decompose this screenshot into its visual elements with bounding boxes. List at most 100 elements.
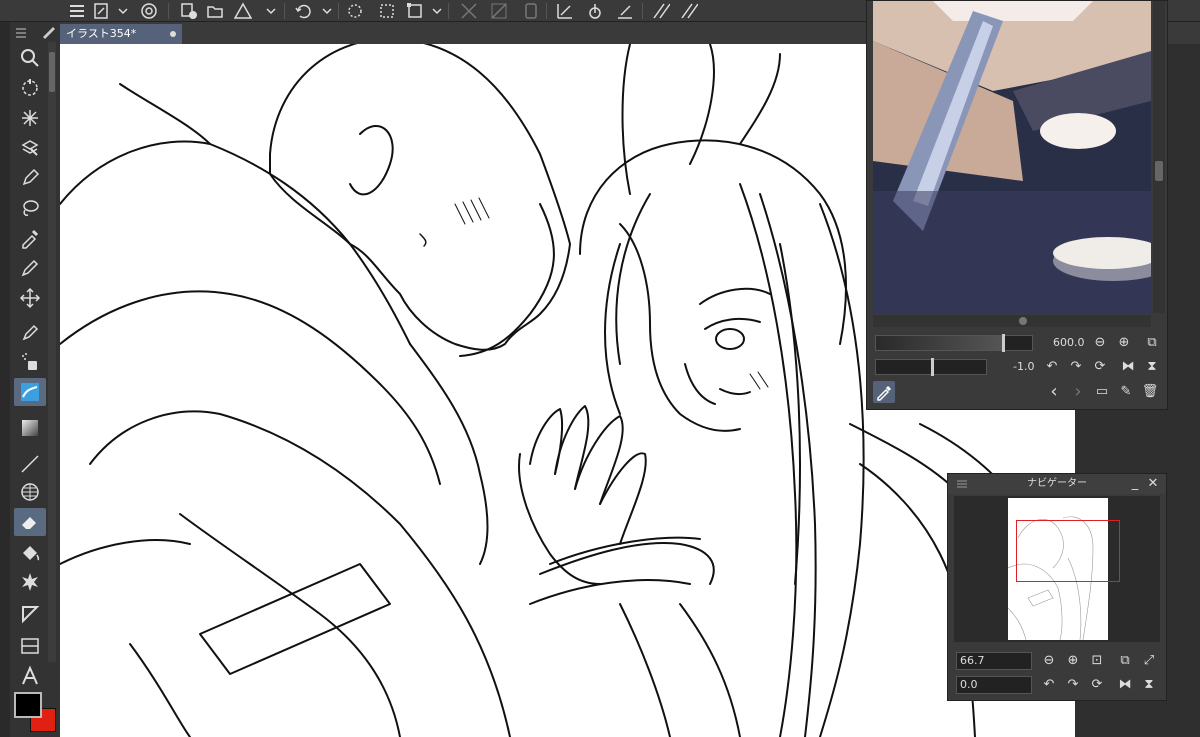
sub-view-rotation-slider[interactable] — [875, 358, 987, 376]
open-folder-icon[interactable] — [206, 2, 224, 20]
eyedropper-toggle[interactable] — [873, 381, 895, 403]
sub-view-zoom-slider[interactable] — [875, 334, 1033, 352]
navigator-zoom-field[interactable]: 66.7 — [956, 652, 1032, 670]
ruler-icon — [21, 483, 39, 501]
scroll-thumb[interactable] — [1019, 317, 1027, 325]
rotate-left-icon[interactable]: ↶ — [1043, 358, 1061, 376]
fit-window-icon[interactable]: ⧉ — [1116, 652, 1134, 670]
tool-gradient[interactable] — [14, 414, 46, 442]
move-icon — [22, 79, 38, 96]
flip-horizontal-icon[interactable]: ⧓ — [1119, 358, 1137, 376]
delete-image-icon[interactable]: 🗑 — [1141, 383, 1159, 401]
previous-image-icon[interactable]: ‹ — [1045, 383, 1063, 401]
tool-line[interactable] — [14, 450, 46, 478]
sub-view-vertical-scrollbar[interactable] — [1153, 1, 1165, 313]
transform-icon[interactable] — [406, 2, 424, 20]
undo-icon[interactable] — [294, 2, 312, 20]
zoom-in-icon[interactable]: ⊕ — [1064, 652, 1082, 670]
brush-icon — [22, 324, 39, 341]
tool-text[interactable] — [14, 662, 46, 690]
warning-icon[interactable] — [234, 2, 252, 20]
tool-auto-select[interactable] — [14, 104, 46, 132]
document-tab[interactable]: イラスト354* — [60, 24, 182, 44]
edit-image-icon[interactable]: ✎ — [1117, 383, 1135, 401]
tool-decoration[interactable] — [14, 378, 46, 406]
pencil-icon — [21, 259, 39, 277]
tool-property-strip — [0, 22, 10, 737]
rotate-right-icon[interactable]: ↷ — [1064, 676, 1082, 694]
tool-pen[interactable] — [14, 164, 46, 192]
tool-frame[interactable] — [14, 632, 46, 660]
tool-palette — [0, 22, 60, 737]
spiral-icon[interactable] — [140, 2, 158, 20]
flip-vertical-icon[interactable]: ⧗ — [1140, 676, 1158, 694]
open-image-icon[interactable]: ▭ — [1093, 383, 1111, 401]
tool-palette-scrollbar[interactable] — [48, 42, 56, 662]
loading-icon[interactable] — [346, 2, 364, 20]
reset-rotation-icon[interactable]: ⟳ — [1091, 358, 1109, 376]
line-icon — [21, 455, 39, 473]
sub-view-horizontal-scrollbar[interactable] — [873, 315, 1151, 327]
reset-rotation-icon[interactable]: ⟳ — [1088, 676, 1106, 694]
tool-pencil[interactable] — [14, 254, 46, 282]
add-layer-icon[interactable] — [180, 2, 198, 20]
zoom-out-icon[interactable]: ⊖ — [1091, 334, 1109, 352]
tool-eraser[interactable] — [14, 508, 46, 536]
invert-selection-icon[interactable] — [522, 2, 540, 20]
grid-snap-icon[interactable] — [616, 2, 634, 20]
sub-view-image[interactable] — [873, 1, 1151, 313]
rotate-right-icon[interactable]: ↷ — [1067, 358, 1085, 376]
navigator-zoom-value: 66.7 — [960, 654, 985, 667]
gradient-icon — [22, 420, 38, 436]
minimize-icon[interactable]: _ — [1126, 475, 1144, 493]
rotate-left-icon[interactable]: ↶ — [1040, 676, 1058, 694]
actual-size-icon[interactable]: ⊡ — [1088, 652, 1106, 670]
scroll-thumb[interactable] — [49, 52, 55, 92]
zoom-out-icon[interactable]: ⊖ — [1040, 652, 1058, 670]
tool-brush[interactable] — [14, 318, 46, 346]
decoration-icon — [21, 383, 39, 401]
close-tab-icon[interactable] — [170, 31, 176, 37]
tool-eyedropper[interactable] — [14, 224, 46, 252]
tool-figure[interactable] — [14, 600, 46, 628]
special-ruler-icon[interactable] — [586, 2, 604, 20]
tool-zoom[interactable] — [14, 44, 46, 72]
tool-move[interactable] — [14, 74, 46, 102]
navigator-viewport-frame[interactable] — [1016, 520, 1120, 582]
flip-horizontal-icon[interactable]: ⧓ — [1116, 676, 1134, 694]
symmetry-icon[interactable] — [680, 2, 698, 20]
close-icon[interactable]: ✕ — [1144, 475, 1162, 493]
menu-icon[interactable] — [68, 2, 86, 20]
scroll-thumb[interactable] — [1155, 161, 1163, 181]
palette-menu-icon[interactable] — [14, 26, 28, 40]
blend-icon — [22, 573, 38, 591]
lasso-icon — [23, 200, 39, 216]
navigator-rotation-field[interactable]: 0.0 — [956, 676, 1032, 694]
next-image-icon[interactable]: › — [1069, 383, 1087, 401]
chevron-down-icon[interactable] — [114, 2, 132, 20]
main-color-swatch[interactable] — [14, 692, 42, 718]
tool-move-layer[interactable] — [14, 284, 46, 312]
ruler-snap-icon[interactable] — [556, 2, 574, 20]
select-all-icon[interactable] — [378, 2, 396, 20]
fit-window-icon[interactable]: ⧉ — [1143, 334, 1161, 352]
perspective-icon[interactable] — [652, 2, 670, 20]
tool-ruler[interactable] — [14, 478, 46, 506]
chevron-down-icon[interactable] — [318, 2, 336, 20]
flip-vertical-icon[interactable]: ⧗ — [1143, 358, 1161, 376]
object-select-icon — [21, 140, 39, 156]
tool-object[interactable] — [14, 134, 46, 162]
tool-lasso[interactable] — [14, 194, 46, 222]
zoom-in-icon[interactable]: ⊕ — [1115, 334, 1133, 352]
new-file-icon[interactable] — [92, 2, 110, 20]
tool-airbrush[interactable] — [14, 348, 46, 376]
clear-selection-icon[interactable] — [460, 2, 478, 20]
tool-blend[interactable] — [14, 568, 46, 596]
fit-screen-icon[interactable]: ⤢ — [1140, 652, 1158, 670]
app-window: イラスト354* 600.0 ⊖ ⊕ ⧉ -1.0 ↶ ↷ ⟳ ⧓ ⧗ ‹ › … — [0, 0, 1200, 737]
chevron-down-icon[interactable] — [262, 2, 280, 20]
tool-fill[interactable] — [14, 540, 46, 568]
navigator-title-bar[interactable]: ナビゲーター _ ✕ — [948, 474, 1166, 494]
fill-selection-icon[interactable] — [490, 2, 508, 20]
chevron-down-icon[interactable] — [428, 2, 446, 20]
